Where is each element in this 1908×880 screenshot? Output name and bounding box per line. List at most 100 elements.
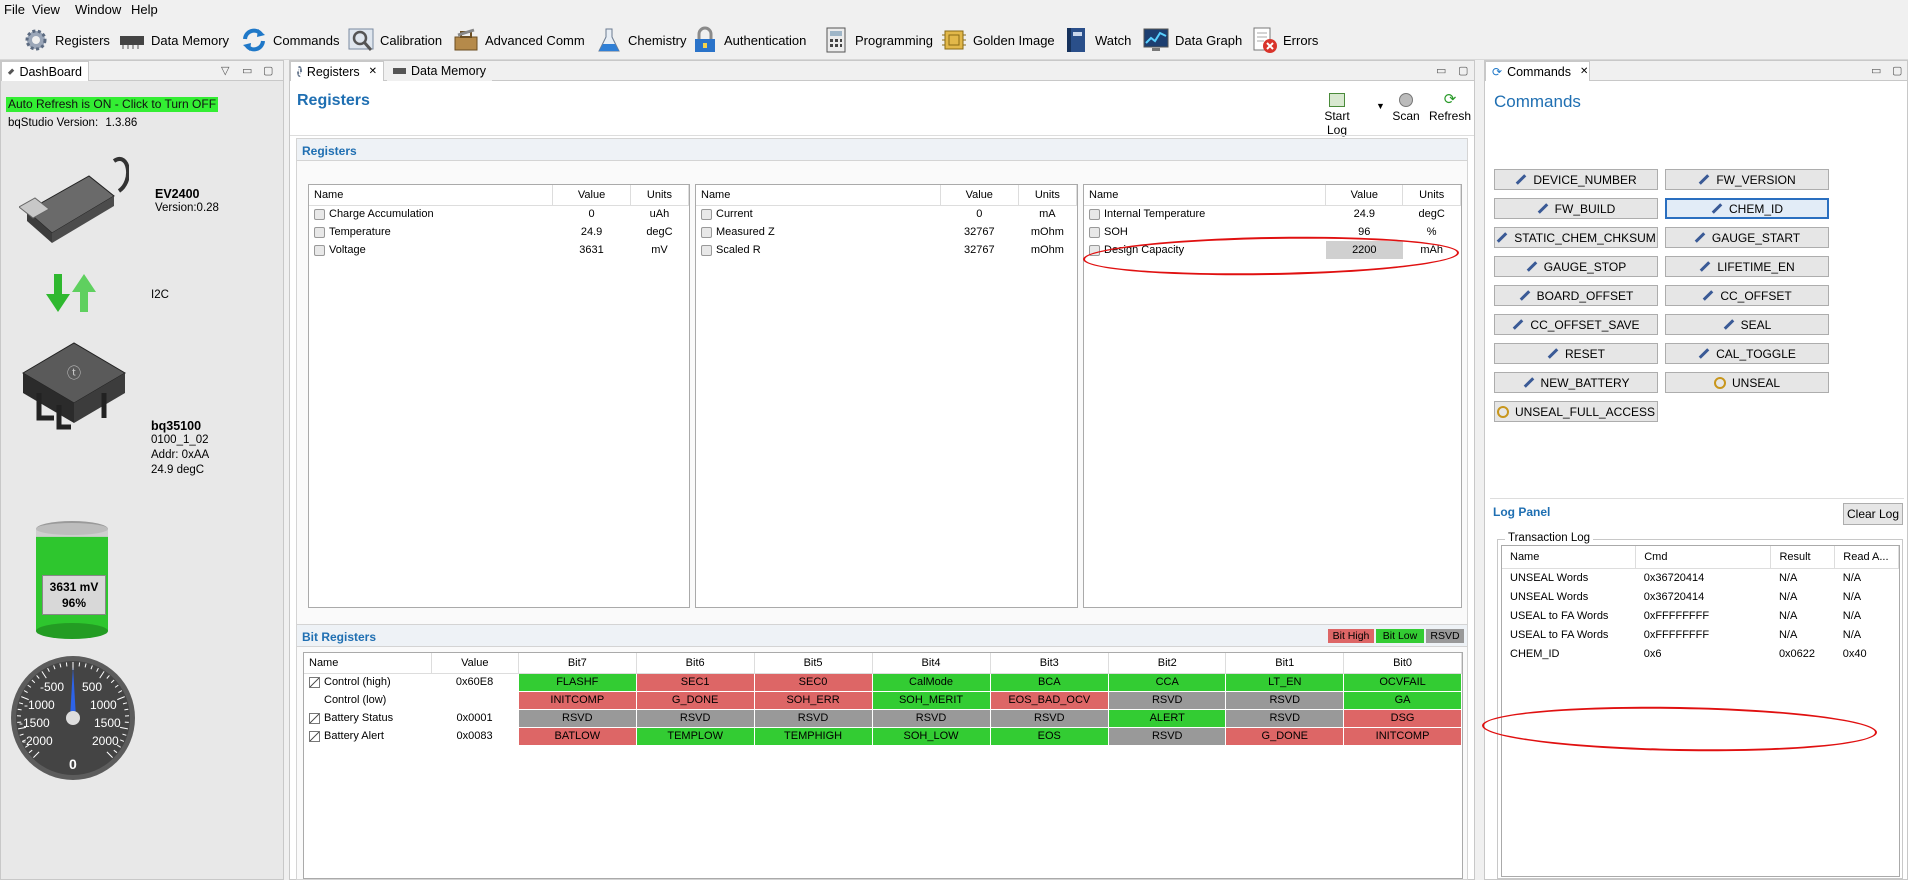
auto-refresh-toggle[interactable]: Auto Refresh is ON - Click to Turn OFF — [6, 97, 219, 112]
col-name[interactable]: Name — [696, 185, 941, 206]
register-row[interactable]: Voltage 3631 mV — [309, 241, 689, 259]
register-row[interactable]: Temperature 24.9 degC — [309, 223, 689, 241]
bit-col-header[interactable]: Bit4 — [872, 653, 991, 674]
menu-file[interactable]: File — [4, 2, 25, 17]
command-button-chem-id[interactable]: CHEM_ID — [1665, 198, 1829, 219]
col-units[interactable]: Units — [1018, 185, 1078, 206]
command-button-static-chem-chksum[interactable]: STATIC_CHEM_CHKSUM — [1494, 227, 1658, 248]
bit-col-header[interactable]: Bit6 — [636, 653, 755, 674]
command-button-device-number[interactable]: DEVICE_NUMBER — [1494, 169, 1658, 190]
tab-commands[interactable]: ⟳ Commands ✕ — [1485, 61, 1590, 81]
toolbar-authentication[interactable]: Authentication — [691, 24, 806, 56]
command-button-unseal[interactable]: UNSEAL — [1665, 372, 1829, 393]
command-button-gauge-start[interactable]: GAUGE_START — [1665, 227, 1829, 248]
register-row[interactable]: Internal Temperature 24.9 degC — [1084, 205, 1461, 223]
tab-dashboard[interactable]: DashBoard — [1, 61, 89, 81]
toolbar-registers[interactable]: Registers — [22, 24, 110, 56]
close-icon[interactable]: ✕ — [369, 66, 377, 77]
refresh-button[interactable]: ⟳ Refresh — [1428, 92, 1472, 123]
bit-cell: OCVFAIL — [1343, 672, 1462, 692]
command-button-cal-toggle[interactable]: CAL_TOGGLE — [1665, 343, 1829, 364]
minimize-icon[interactable]: ▭ — [242, 64, 252, 77]
command-button-fw-version[interactable]: FW_VERSION — [1665, 169, 1829, 190]
log-row[interactable]: USEAL to FA Words 0xFFFFFFFF N/A N/A — [1502, 606, 1899, 625]
command-button-reset[interactable]: RESET — [1494, 343, 1658, 364]
start-log-dropdown-icon[interactable]: ▼ — [1376, 101, 1385, 111]
toolbar-data-graph[interactable]: Data Graph — [1142, 24, 1242, 56]
view-menu-icon[interactable]: ▽ — [221, 64, 229, 77]
bit-col-header[interactable]: Bit7 — [518, 653, 637, 674]
menu-view[interactable]: View — [32, 2, 60, 17]
bit-register-row[interactable]: Control (high) 0x60E8 FLASHF SEC1 SEC0 CalMod… — [304, 672, 1462, 692]
register-row[interactable]: Measured Z 32767 mOhm — [696, 223, 1077, 241]
command-button-cc-offset-save[interactable]: CC_OFFSET_SAVE — [1494, 314, 1658, 335]
version-label: bqStudio Version: — [8, 117, 99, 129]
log-row[interactable]: USEAL to FA Words 0xFFFFFFFF N/A N/A — [1502, 625, 1899, 644]
toolbar-watch[interactable]: Watch — [1062, 24, 1131, 56]
flask-icon — [595, 26, 623, 54]
command-button-lifetime-en[interactable]: LIFETIME_EN — [1665, 256, 1829, 277]
command-button-seal[interactable]: SEAL — [1665, 314, 1829, 335]
toolbar-golden-image[interactable]: Golden Image — [940, 24, 1055, 56]
log-row[interactable]: UNSEAL Words 0x36720414 N/A N/A — [1502, 587, 1899, 606]
bit-register-row[interactable]: Control (low) INITCOMP G_DONE SOH_ERR SOH_ME… — [304, 690, 1462, 710]
edit-pencil-icon[interactable] — [309, 730, 320, 742]
log-cell: 0x36720414 — [1643, 571, 1705, 584]
minimize-icon[interactable]: ▭ — [1871, 64, 1881, 77]
close-icon[interactable]: ✕ — [1580, 66, 1588, 77]
register-row[interactable]: Current 0 mA — [696, 205, 1077, 223]
command-button-gauge-stop[interactable]: GAUGE_STOP — [1494, 256, 1658, 277]
command-button-fw-build[interactable]: FW_BUILD — [1494, 198, 1658, 219]
start-log-button[interactable]: Start Log — [1314, 93, 1360, 137]
tab-data-memory[interactable]: Data Memory — [387, 61, 493, 81]
col-name[interactable]: Name — [309, 185, 554, 206]
log-col-header[interactable]: Result — [1770, 546, 1836, 569]
col-name[interactable]: Name — [1084, 185, 1327, 206]
command-button-board-offset[interactable]: BOARD_OFFSET — [1494, 285, 1658, 306]
col-units[interactable]: Units — [630, 185, 690, 206]
toolbar-commands[interactable]: Commands — [240, 24, 339, 56]
bit-col-header[interactable]: Bit5 — [754, 653, 873, 674]
bit-register-row[interactable]: Battery Alert 0x0083 BATLOW TEMPLOW TEMPHIGH… — [304, 726, 1462, 746]
bit-col-header[interactable]: Bit3 — [990, 653, 1110, 674]
edit-pencil-icon[interactable] — [309, 712, 320, 724]
log-col-header[interactable]: Cmd — [1635, 546, 1772, 569]
command-button-cc-offset[interactable]: CC_OFFSET — [1665, 285, 1829, 306]
maximize-icon[interactable]: ▢ — [1892, 64, 1902, 77]
command-button-label: CC_OFFSET_SAVE — [1530, 317, 1640, 332]
register-row[interactable]: Charge Accumulation 0 uAh — [309, 205, 689, 223]
log-col-header[interactable]: Name — [1502, 546, 1637, 569]
col-units[interactable]: Units — [1402, 185, 1461, 206]
edit-pencil-icon[interactable] — [309, 676, 320, 688]
bit-register-row[interactable]: Battery Status 0x0001 RSVD RSVD RSVD RSVD RSVD… — [304, 708, 1462, 728]
tab-registers[interactable]: Registers ✕ — [290, 61, 384, 81]
menu-help[interactable]: Help — [131, 2, 158, 17]
command-button-unseal-full-access[interactable]: UNSEAL_FULL_ACCESS — [1494, 401, 1658, 422]
toolbar-advanced-comm[interactable]: Advanced Comm — [452, 24, 585, 56]
col-value[interactable]: Value — [1325, 185, 1404, 206]
bit-col-header[interactable]: Name — [304, 653, 432, 674]
maximize-icon[interactable]: ▢ — [1458, 64, 1468, 77]
bit-col-header[interactable]: Value — [431, 653, 519, 674]
clear-log-button[interactable]: Clear Log — [1843, 503, 1903, 525]
command-button-new-battery[interactable]: NEW_BATTERY — [1494, 372, 1658, 393]
toolbar-data-memory[interactable]: Data Memory — [118, 24, 229, 56]
maximize-icon[interactable]: ▢ — [263, 64, 273, 77]
wand-icon — [1703, 290, 1714, 301]
bit-col-header[interactable]: Bit1 — [1225, 653, 1345, 674]
minimize-icon[interactable]: ▭ — [1436, 64, 1446, 77]
menu-window[interactable]: Window — [75, 2, 121, 17]
log-row[interactable]: CHEM_ID 0x6 0x0622 0x40 — [1502, 644, 1899, 663]
log-row[interactable]: UNSEAL Words 0x36720414 N/A N/A — [1502, 568, 1899, 587]
col-value[interactable]: Value — [552, 185, 631, 206]
toolbar-chemistry[interactable]: Chemistry — [595, 24, 687, 56]
log-col-header[interactable]: Read A... — [1834, 546, 1899, 569]
bit-col-header[interactable]: Bit2 — [1108, 653, 1227, 674]
toolbar-programming[interactable]: Programming — [822, 24, 933, 56]
col-value[interactable]: Value — [940, 185, 1019, 206]
toolbar-errors[interactable]: Errors — [1250, 24, 1318, 56]
scan-button[interactable]: Scan — [1390, 93, 1422, 123]
toolbar-calibration[interactable]: Calibration — [347, 24, 442, 56]
bit-col-header[interactable]: Bit0 — [1343, 653, 1462, 674]
register-row[interactable]: Scaled R 32767 mOhm — [696, 241, 1077, 259]
